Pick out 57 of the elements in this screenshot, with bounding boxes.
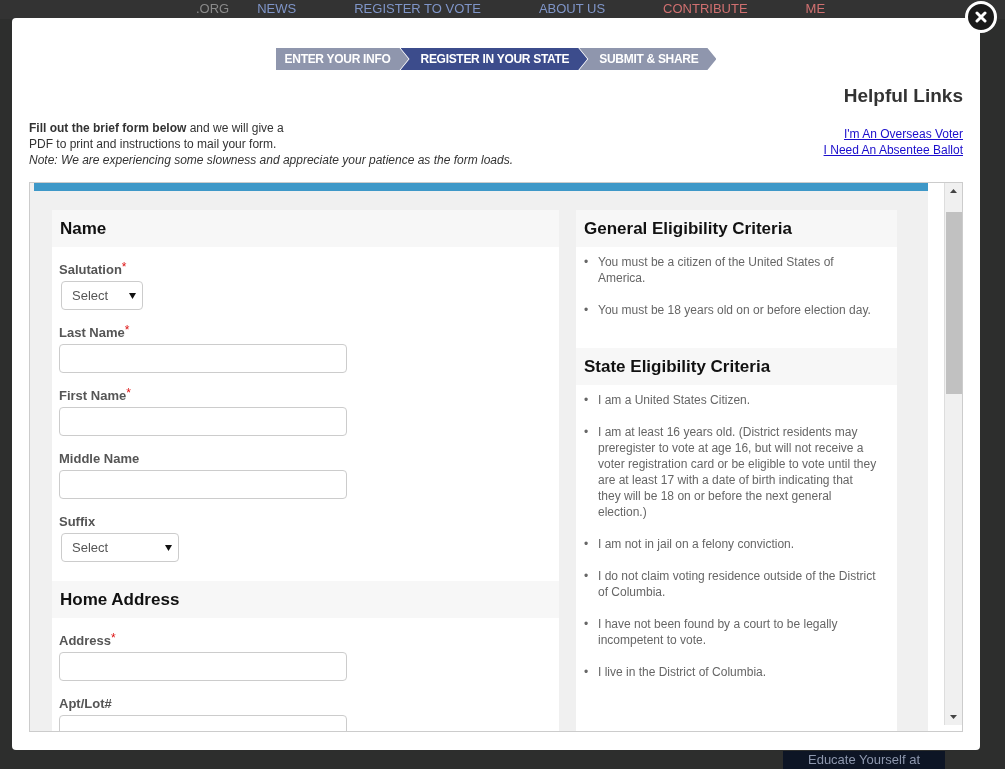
caret-icon (165, 544, 172, 551)
bullet: • (584, 664, 590, 680)
field-label: Last Name (59, 325, 125, 341)
caret-icon (129, 292, 136, 299)
bullet: • (584, 424, 590, 441)
field-label: Apt/Lot# (59, 696, 112, 712)
scrollbar[interactable] (944, 183, 962, 725)
scroll-thumb[interactable] (945, 212, 962, 394)
section-heading: Home Address (52, 581, 559, 618)
criteria-item: I do not claim voting residence outside of the District of Columbia. (598, 568, 877, 600)
criteria-item: You must be a citizen of the United States of America. (598, 254, 835, 286)
nav-link[interactable]: CONTRIBUTE (663, 1, 748, 16)
bullet: • (584, 536, 590, 552)
criteria-item: You must be 18 years old on or before election day. (598, 302, 872, 318)
criteria-item: I am a United States Citizen. (598, 392, 752, 408)
logo-text[interactable]: .ORG (196, 1, 230, 16)
scroll-up-icon[interactable] (950, 189, 957, 193)
nav-link[interactable]: ME (805, 1, 826, 16)
bullet: • (584, 616, 590, 633)
helpful-link[interactable]: I Need An Absentee Ballot (823, 142, 963, 158)
required-mark: * (111, 633, 116, 643)
promo-button[interactable]: Educate Yourself at (783, 751, 945, 769)
section-heading: State Eligibility Criteria (576, 348, 897, 385)
nav-link[interactable]: ABOUT US (538, 1, 606, 16)
field-label: Address (59, 633, 112, 649)
input-field[interactable] (59, 470, 347, 499)
nav-link[interactable]: REGISTER TO VOTE (354, 1, 481, 16)
bullet: • (584, 302, 590, 318)
criteria-item: I have not been found by a court to be legally incompetent to vote. (598, 616, 839, 648)
required-mark: * (124, 325, 130, 335)
nav-link[interactable]: NEWS (257, 1, 297, 16)
note-text: Note: We are experiencing some slowness and appreciate your patience as the form loads. (29, 152, 514, 168)
field-label: First Name (59, 388, 127, 404)
bullet: • (584, 568, 590, 585)
criteria-item: I am at least 16 years old. (District residents may preregister to vote at age 16, but will not receive a voter registration card or be eligible to vote until they are at least 17 with a date of birth indicating that they will be 18 on or before the next general election.) (598, 424, 877, 520)
criteria-item: I live in the District of Columbia. (598, 664, 768, 680)
bullet: • (584, 254, 590, 271)
field-label: Salutation (59, 262, 122, 278)
field-label: Suffix (59, 514, 96, 530)
section-heading: Name (52, 210, 559, 247)
scroll-down-icon[interactable] (950, 715, 957, 719)
field-label: Middle Name (59, 451, 140, 467)
input-field[interactable] (59, 407, 347, 436)
bullet: • (584, 392, 590, 408)
helpful-link[interactable]: I'm An Overseas Voter (844, 126, 963, 142)
intro-text: PDF to print and instructions to mail your form. (29, 136, 278, 152)
select-dropdown[interactable]: Select (61, 281, 143, 310)
section-heading: General Eligibility Criteria (576, 210, 897, 247)
criteria-item: I am not in jail on a felony conviction. (598, 536, 796, 552)
required-mark: * (121, 262, 127, 272)
intro-text: Fill out the brief form below and we will give a (29, 120, 285, 136)
input-field[interactable] (59, 344, 347, 373)
close-icon (975, 11, 987, 23)
select-dropdown[interactable]: Select (61, 533, 179, 562)
helpful-links-title: Helpful Links (843, 84, 963, 108)
required-mark: * (126, 388, 131, 398)
input-field[interactable] (59, 652, 347, 681)
